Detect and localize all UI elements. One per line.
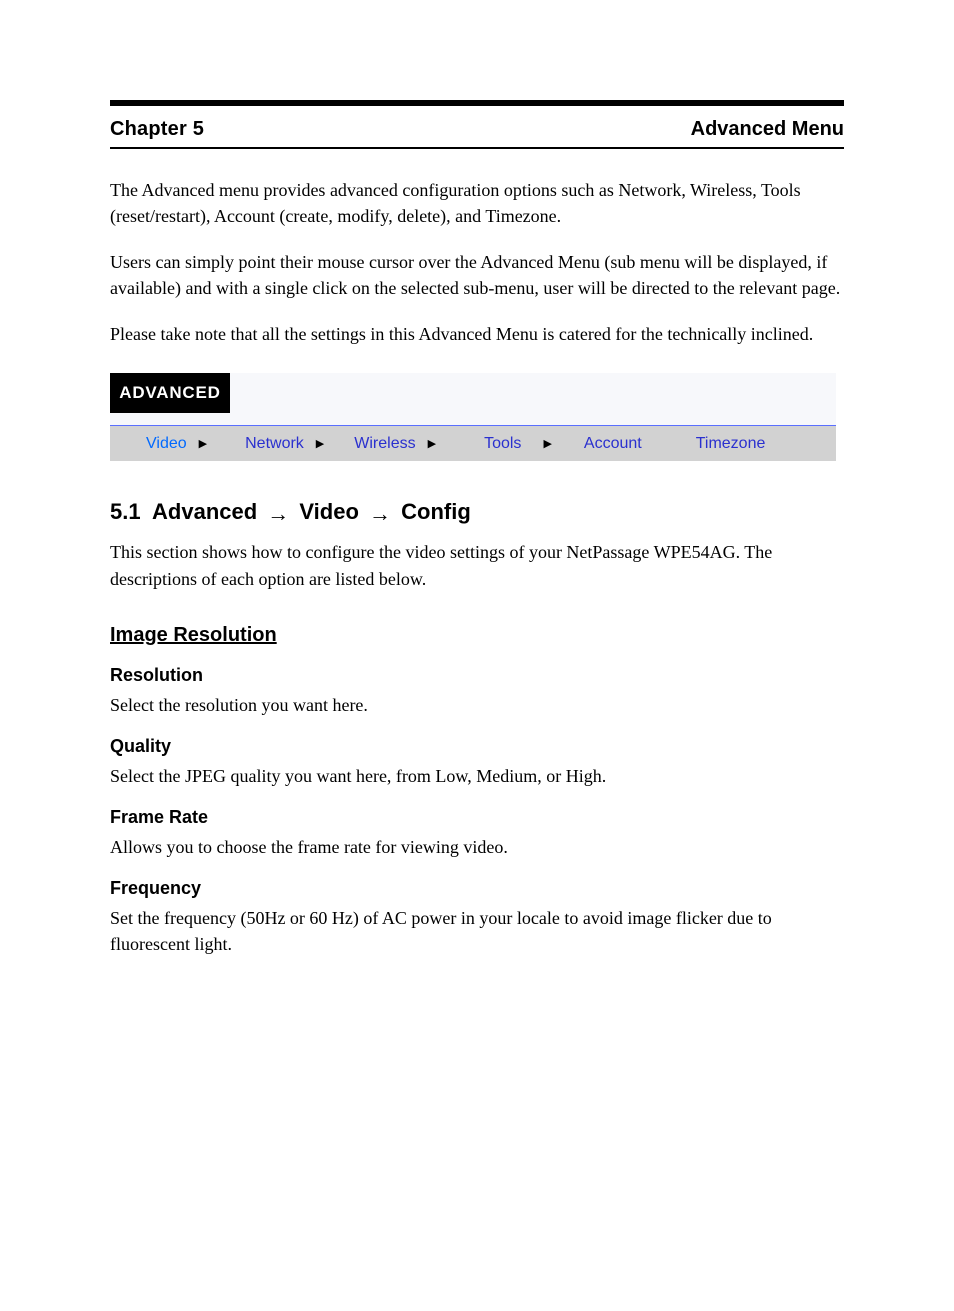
menu-item-video[interactable]: Video ▶ <box>146 435 207 453</box>
chevron-right-icon: ▶ <box>428 437 436 450</box>
chapter-title: Advanced Menu <box>691 118 844 141</box>
section-description: This section shows how to configure the … <box>110 539 844 591</box>
intro-paragraph-2: Users can simply point their mouse curso… <box>110 249 844 301</box>
field-title-resolution: Resolution <box>110 665 844 686</box>
field-desc-resolution: Select the resolution you want here. <box>110 692 844 718</box>
menu-item-label: Video <box>146 435 187 453</box>
chapter-header: Chapter 5 Advanced Menu <box>110 114 844 147</box>
section-heading-part: Advanced <box>152 499 263 524</box>
advanced-menu-figure: ADVANCED Video ▶ Network ▶ Wireless ▶ To… <box>110 373 836 461</box>
menu-item-label: Wireless <box>354 435 415 453</box>
chevron-right-icon: ▶ <box>543 437 551 450</box>
menu-item-wireless[interactable]: Wireless ▶ <box>354 435 436 453</box>
chapter-label: Chapter 5 <box>110 118 204 141</box>
sub-heading-image-resolution: Image Resolution <box>110 624 844 647</box>
menu-item-label: Account <box>584 435 642 453</box>
chevron-right-icon: ▶ <box>199 437 207 450</box>
field-desc-quality: Select the JPEG quality you want here, f… <box>110 763 844 789</box>
arrow-right-icon: → <box>369 501 391 527</box>
arrow-right-icon: → <box>267 501 289 527</box>
section-heading-part: Config <box>401 499 471 524</box>
field-title-quality: Quality <box>110 736 844 757</box>
menu-item-account[interactable]: Account <box>584 435 642 453</box>
menu-item-label: Timezone <box>696 435 766 453</box>
menu-item-timezone[interactable]: Timezone <box>696 435 766 453</box>
menu-bg: ADVANCED <box>110 373 836 425</box>
intro-paragraph-3: Please take note that all the settings i… <box>110 321 844 347</box>
menu-item-label: Network <box>245 435 304 453</box>
menu-item-label: Tools <box>484 435 521 453</box>
page-container: Chapter 5 Advanced Menu The Advanced men… <box>0 0 954 1011</box>
field-desc-frequency: Set the frequency (50Hz or 60 Hz) of AC … <box>110 905 844 957</box>
section-number: 5.1 <box>110 499 141 524</box>
intro-paragraph-1: The Advanced menu provides advanced conf… <box>110 177 844 229</box>
menu-item-tools[interactable]: Tools ▶ <box>484 435 552 453</box>
heading-rule-thin <box>110 147 844 149</box>
heading-rule-thick <box>110 100 844 106</box>
field-title-frame-rate: Frame Rate <box>110 807 844 828</box>
advanced-tab[interactable]: ADVANCED <box>110 373 230 413</box>
chevron-right-icon: ▶ <box>316 437 324 450</box>
menu-bar: Video ▶ Network ▶ Wireless ▶ Tools ▶ Acc… <box>110 425 836 461</box>
field-title-frequency: Frequency <box>110 878 844 899</box>
field-desc-frame-rate: Allows you to choose the frame rate for … <box>110 834 844 860</box>
menu-item-network[interactable]: Network ▶ <box>245 435 324 453</box>
section-heading-part: Video <box>299 499 365 524</box>
section-heading: 5.1 Advanced → Video → Config <box>110 499 844 525</box>
